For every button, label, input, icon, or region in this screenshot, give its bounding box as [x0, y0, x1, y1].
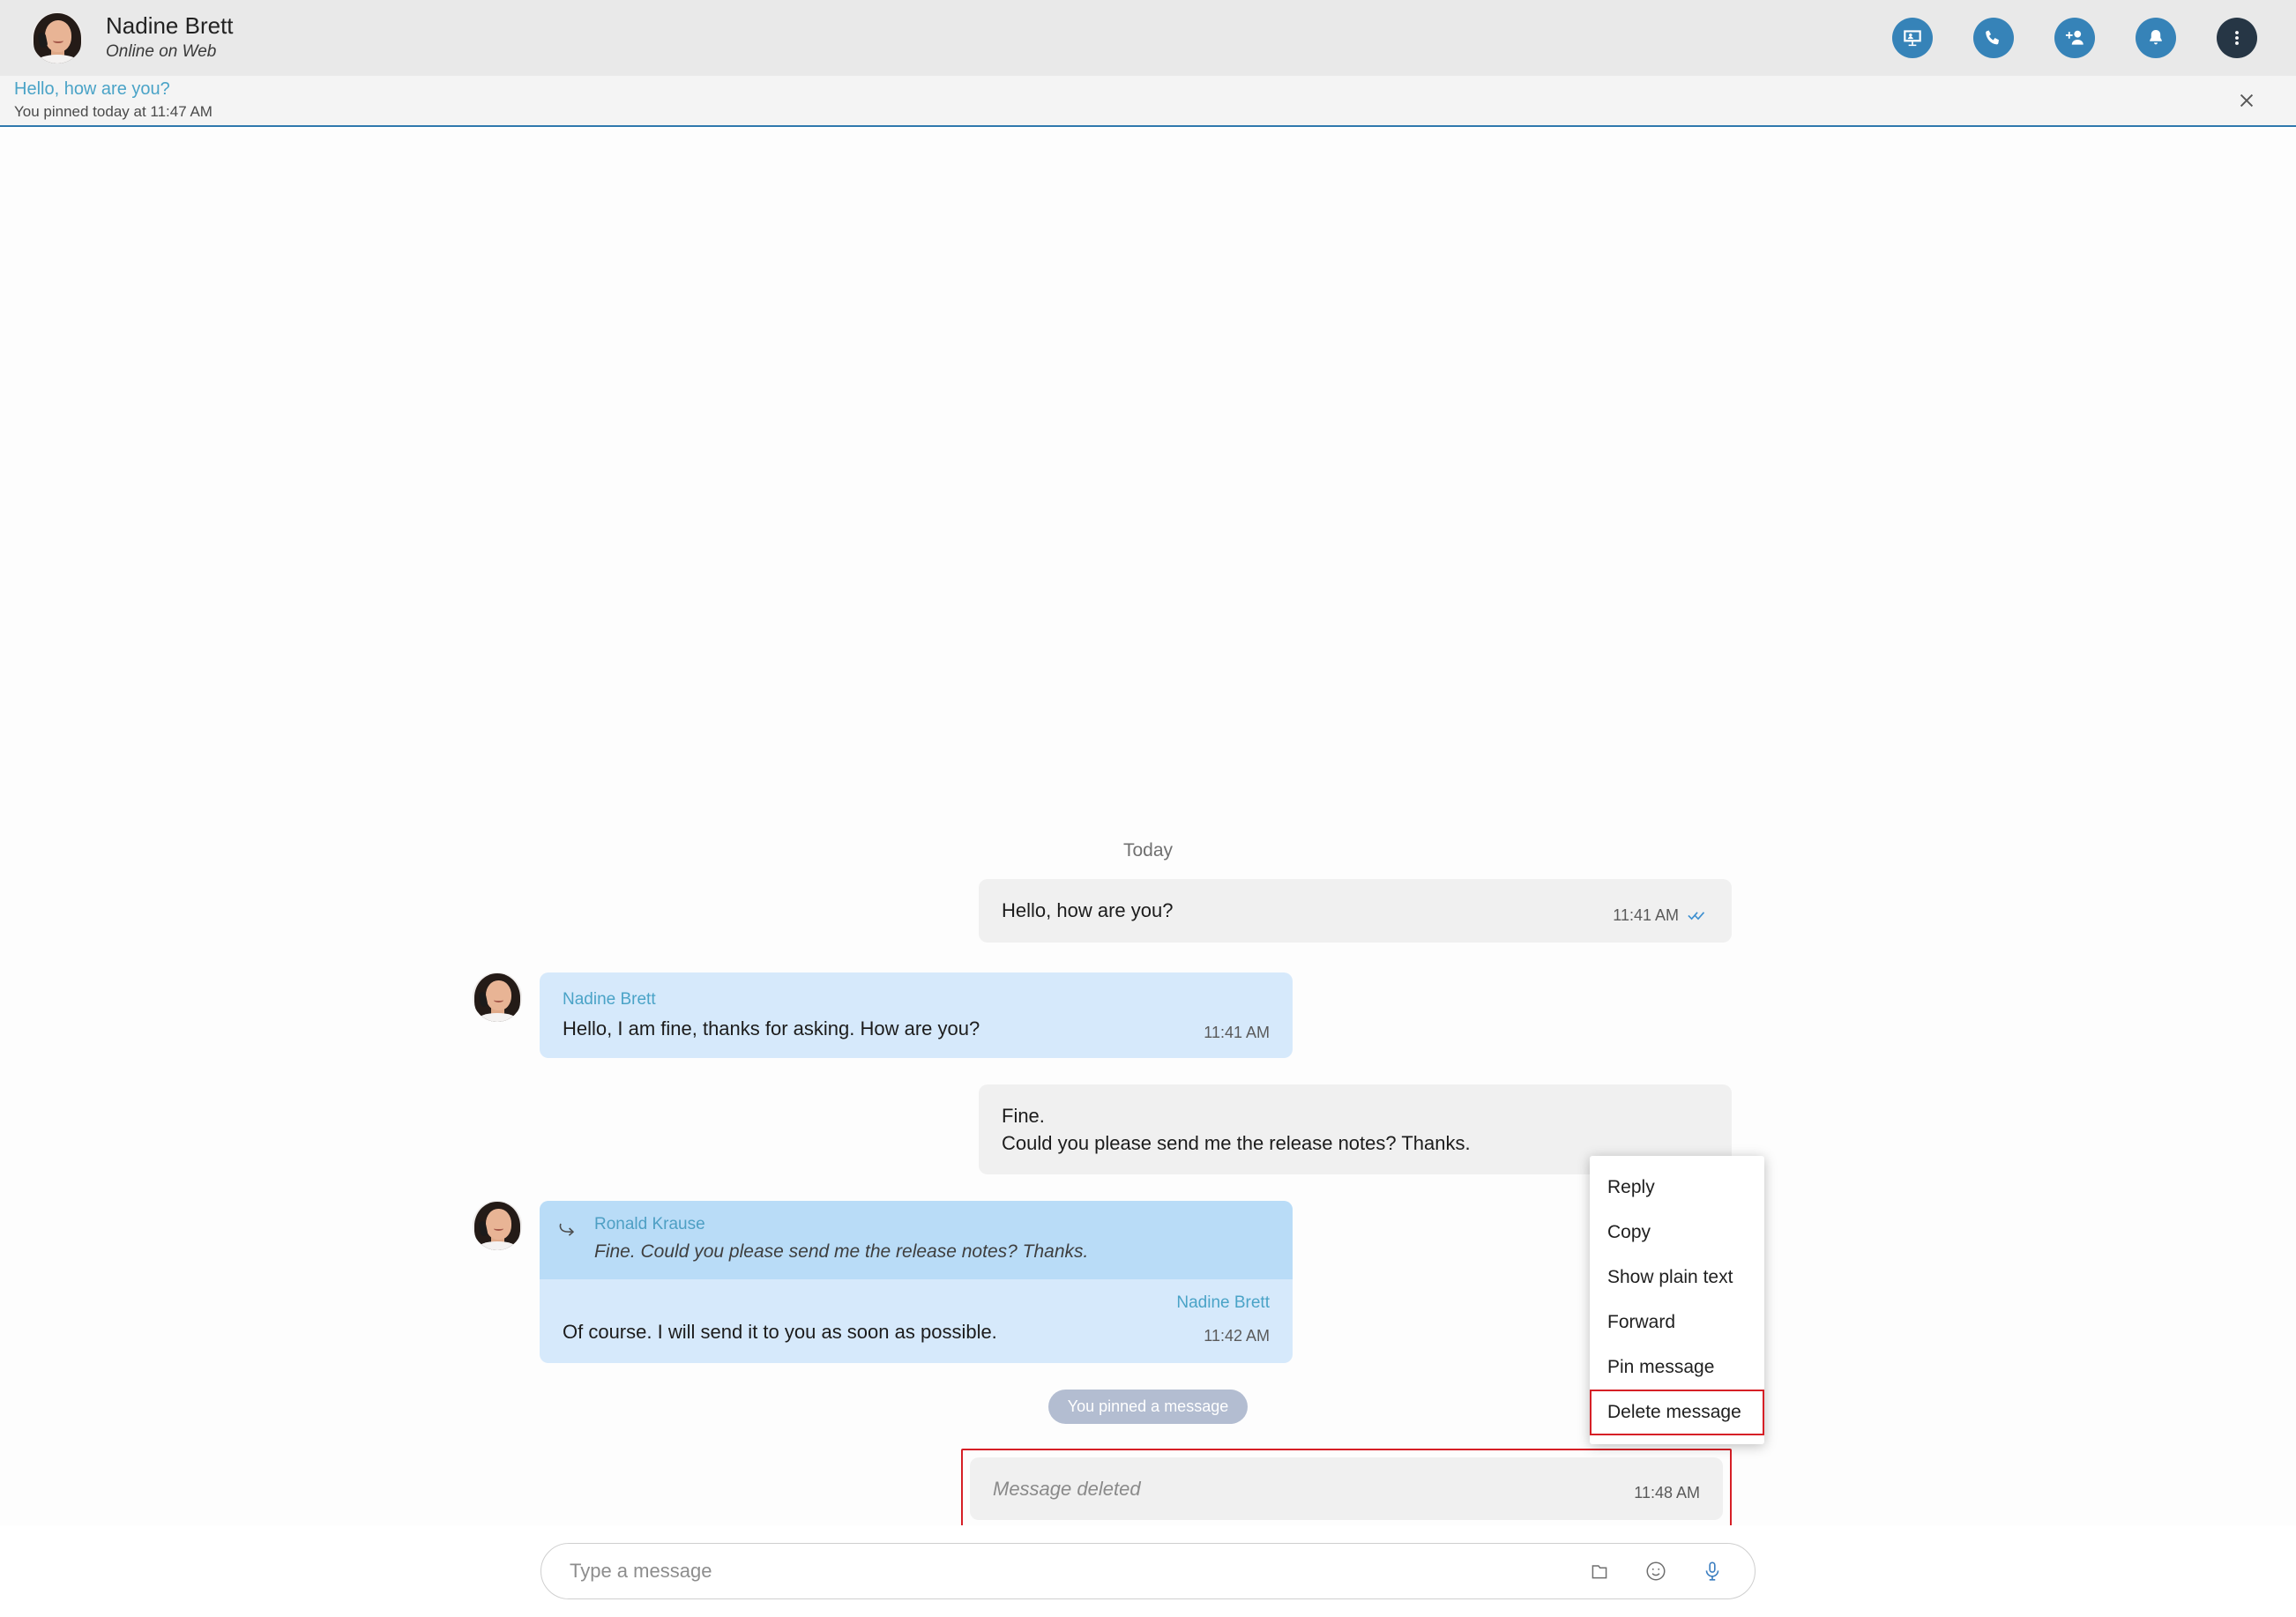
sender-avatar[interactable]: [473, 972, 522, 1022]
context-menu-item-pin-message[interactable]: Pin message: [1590, 1345, 1764, 1390]
quoted-sender-name: Ronald Krause: [594, 1215, 705, 1234]
context-menu-item-forward[interactable]: Forward: [1590, 1300, 1764, 1345]
message-list[interactable]: Today Hello, how are you? 11:41 AM Nadin…: [0, 129, 2296, 1548]
emoji-icon[interactable]: [1638, 1554, 1674, 1589]
read-receipt-icon: [1688, 909, 1709, 921]
system-message-row: You pinned a message: [0, 1389, 2296, 1424]
screen-share-icon[interactable]: [1892, 18, 1933, 58]
pinned-message-title: Hello, how are you?: [14, 79, 170, 100]
message-context-menu[interactable]: Reply Copy Show plain text Forward Pin m…: [1590, 1156, 1764, 1444]
message-time: 11:41 AM: [1613, 905, 1679, 924]
close-icon[interactable]: [2229, 83, 2264, 118]
message-bubble-incoming-reply[interactable]: Ronald Krause Fine. Could you please sen…: [540, 1201, 1293, 1363]
quoted-message-text: Fine. Could you please send me the relea…: [594, 1241, 1089, 1263]
message-bubble-incoming[interactable]: Nadine Brett Hello, I am fine, thanks fo…: [540, 972, 1293, 1058]
avatar-image: [473, 1201, 522, 1251]
contact-name: Nadine Brett: [106, 11, 234, 39]
context-menu-item-delete-message[interactable]: Delete message: [1590, 1390, 1764, 1435]
composer-box[interactable]: Type a message: [540, 1543, 1756, 1599]
message-row: Fine. Could you please send me the relea…: [0, 1084, 2296, 1175]
message-input[interactable]: Type a message: [570, 1560, 1582, 1583]
avatar-image: [32, 12, 83, 63]
composer-icons: [1582, 1554, 1730, 1589]
message-bubble-deleted[interactable]: Message deleted 11:48 AM: [970, 1457, 1723, 1520]
message-meta: 11:48 AM: [1634, 1484, 1700, 1502]
contact-identity: Nadine Brett Online on Web: [106, 11, 234, 63]
message-time: 11:41 AM: [1204, 1023, 1270, 1041]
sender-avatar[interactable]: [473, 1201, 522, 1251]
message-sender-name: Nadine Brett: [1176, 1293, 1270, 1312]
highlight-box-deleted-message: Message deleted 11:48 AM: [961, 1448, 1732, 1529]
add-person-icon[interactable]: [2054, 18, 2095, 58]
system-message-pill: You pinned a message: [1047, 1389, 1249, 1424]
message-text: Message deleted: [993, 1477, 1141, 1500]
phone-call-icon[interactable]: [1973, 18, 2014, 58]
message-meta: 11:42 AM: [1204, 1327, 1270, 1345]
message-stack: Today Hello, how are you? 11:41 AM Nadin…: [0, 833, 2296, 1529]
message-composer: Type a message: [0, 1525, 2296, 1617]
reply-arrow-icon: [557, 1220, 580, 1244]
message-text: Hello, I am fine, thanks for asking. How…: [563, 1017, 980, 1040]
chat-header: Nadine Brett Online on Web: [0, 0, 2296, 76]
message-meta: 11:41 AM: [1204, 1024, 1270, 1042]
message-row: Ronald Krause Fine. Could you please sen…: [0, 1201, 2296, 1363]
contact-status: Online on Web: [106, 41, 217, 61]
bell-icon[interactable]: [2136, 18, 2176, 58]
pinned-texts: Hello, how are you? You pinned today at …: [14, 78, 212, 122]
day-separator: Today: [1122, 840, 1174, 861]
message-text: Of course. I will send it to you as soon…: [563, 1320, 997, 1343]
message-time: 11:48 AM: [1634, 1484, 1700, 1502]
message-time: 11:42 AM: [1204, 1326, 1270, 1345]
contact-avatar[interactable]: [32, 12, 83, 63]
message-sender-name: Nadine Brett: [563, 989, 656, 1009]
header-actions: [1892, 18, 2264, 58]
quoted-message[interactable]: Ronald Krause Fine. Could you please sen…: [540, 1201, 1293, 1279]
message-text: Fine. Could you please send me the relea…: [1002, 1104, 1471, 1155]
message-meta: 11:41 AM: [1613, 906, 1709, 925]
message-bubble-outgoing[interactable]: Hello, how are you? 11:41 AM: [979, 879, 1732, 943]
avatar-image: [473, 972, 522, 1022]
context-menu-item-reply[interactable]: Reply: [1590, 1165, 1764, 1210]
context-menu-item-copy[interactable]: Copy: [1590, 1210, 1764, 1255]
message-row: Message deleted 11:48 AM: [0, 1448, 2296, 1529]
message-row: Hello, how are you? 11:41 AM: [0, 879, 2296, 943]
context-menu-item-show-plain-text[interactable]: Show plain text: [1590, 1255, 1764, 1300]
message-text: Hello, how are you?: [1002, 899, 1174, 922]
pinned-message-bar[interactable]: Hello, how are you? You pinned today at …: [0, 76, 2296, 127]
microphone-icon[interactable]: [1695, 1554, 1730, 1589]
more-options-icon[interactable]: [2217, 18, 2257, 58]
pinned-message-subtitle: You pinned today at 11:47 AM: [14, 103, 212, 121]
attach-file-icon[interactable]: [1582, 1554, 1617, 1589]
message-row: Nadine Brett Hello, I am fine, thanks fo…: [0, 972, 2296, 1058]
